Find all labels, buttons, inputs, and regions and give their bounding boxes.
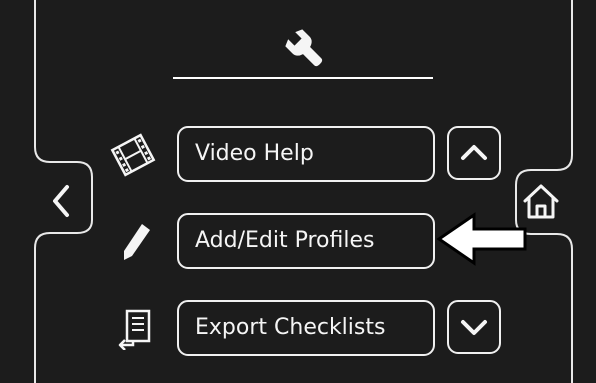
title-divider <box>173 77 433 79</box>
chevron-down-icon <box>461 320 487 335</box>
settings-menu-screen: Video Help Add/Edit Profiles Export Chec… <box>0 0 596 383</box>
export-checklists-button[interactable]: Export Checklists <box>177 300 435 356</box>
pointer-arrow-icon <box>436 212 527 266</box>
scroll-down-button[interactable] <box>447 300 501 354</box>
video-help-button[interactable]: Video Help <box>177 126 435 182</box>
chevron-up-icon <box>461 145 487 160</box>
pencil-icon <box>124 224 150 260</box>
film-icon <box>110 133 156 177</box>
scroll-up-button[interactable] <box>447 126 501 180</box>
export-list-icon <box>118 309 151 350</box>
back-chevron-icon[interactable] <box>36 170 88 232</box>
export-checklists-label: Export Checklists <box>195 315 386 340</box>
wrench-icon <box>285 29 323 67</box>
add-edit-profiles-button[interactable]: Add/Edit Profiles <box>177 213 435 269</box>
video-help-label: Video Help <box>195 141 314 166</box>
add-edit-profiles-label: Add/Edit Profiles <box>195 228 375 253</box>
